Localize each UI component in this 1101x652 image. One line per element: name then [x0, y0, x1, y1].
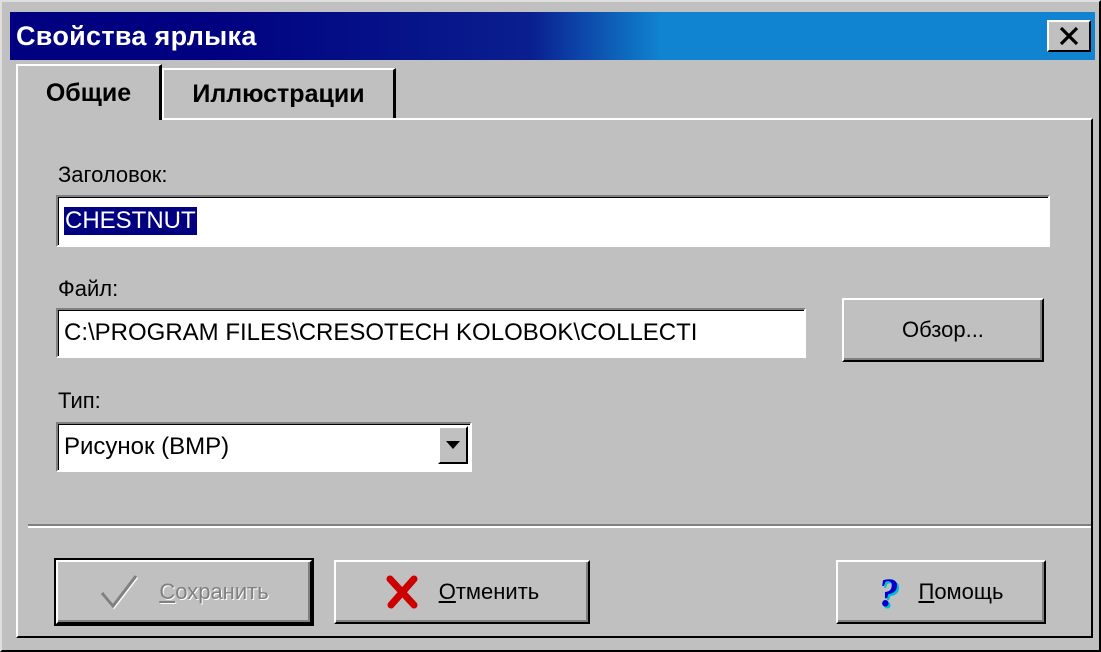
- title-bar[interactable]: Свойства ярлыка: [10, 12, 1095, 60]
- properties-dialog: Свойства ярлыка Общие Иллюстрации Заголо…: [0, 0, 1101, 652]
- close-icon: [1059, 26, 1079, 46]
- window-title: Свойства ярлыка: [16, 21, 257, 51]
- tab-panel: [16, 118, 1093, 638]
- close-button[interactable]: [1047, 20, 1091, 52]
- tab-general-label: Общие: [45, 78, 132, 107]
- tab-illustrations-label: Иллюстрации: [192, 79, 365, 108]
- tab-panel-join: [18, 116, 158, 122]
- tab-illustrations[interactable]: Иллюстрации: [162, 68, 396, 118]
- tab-general[interactable]: Общие: [16, 64, 162, 120]
